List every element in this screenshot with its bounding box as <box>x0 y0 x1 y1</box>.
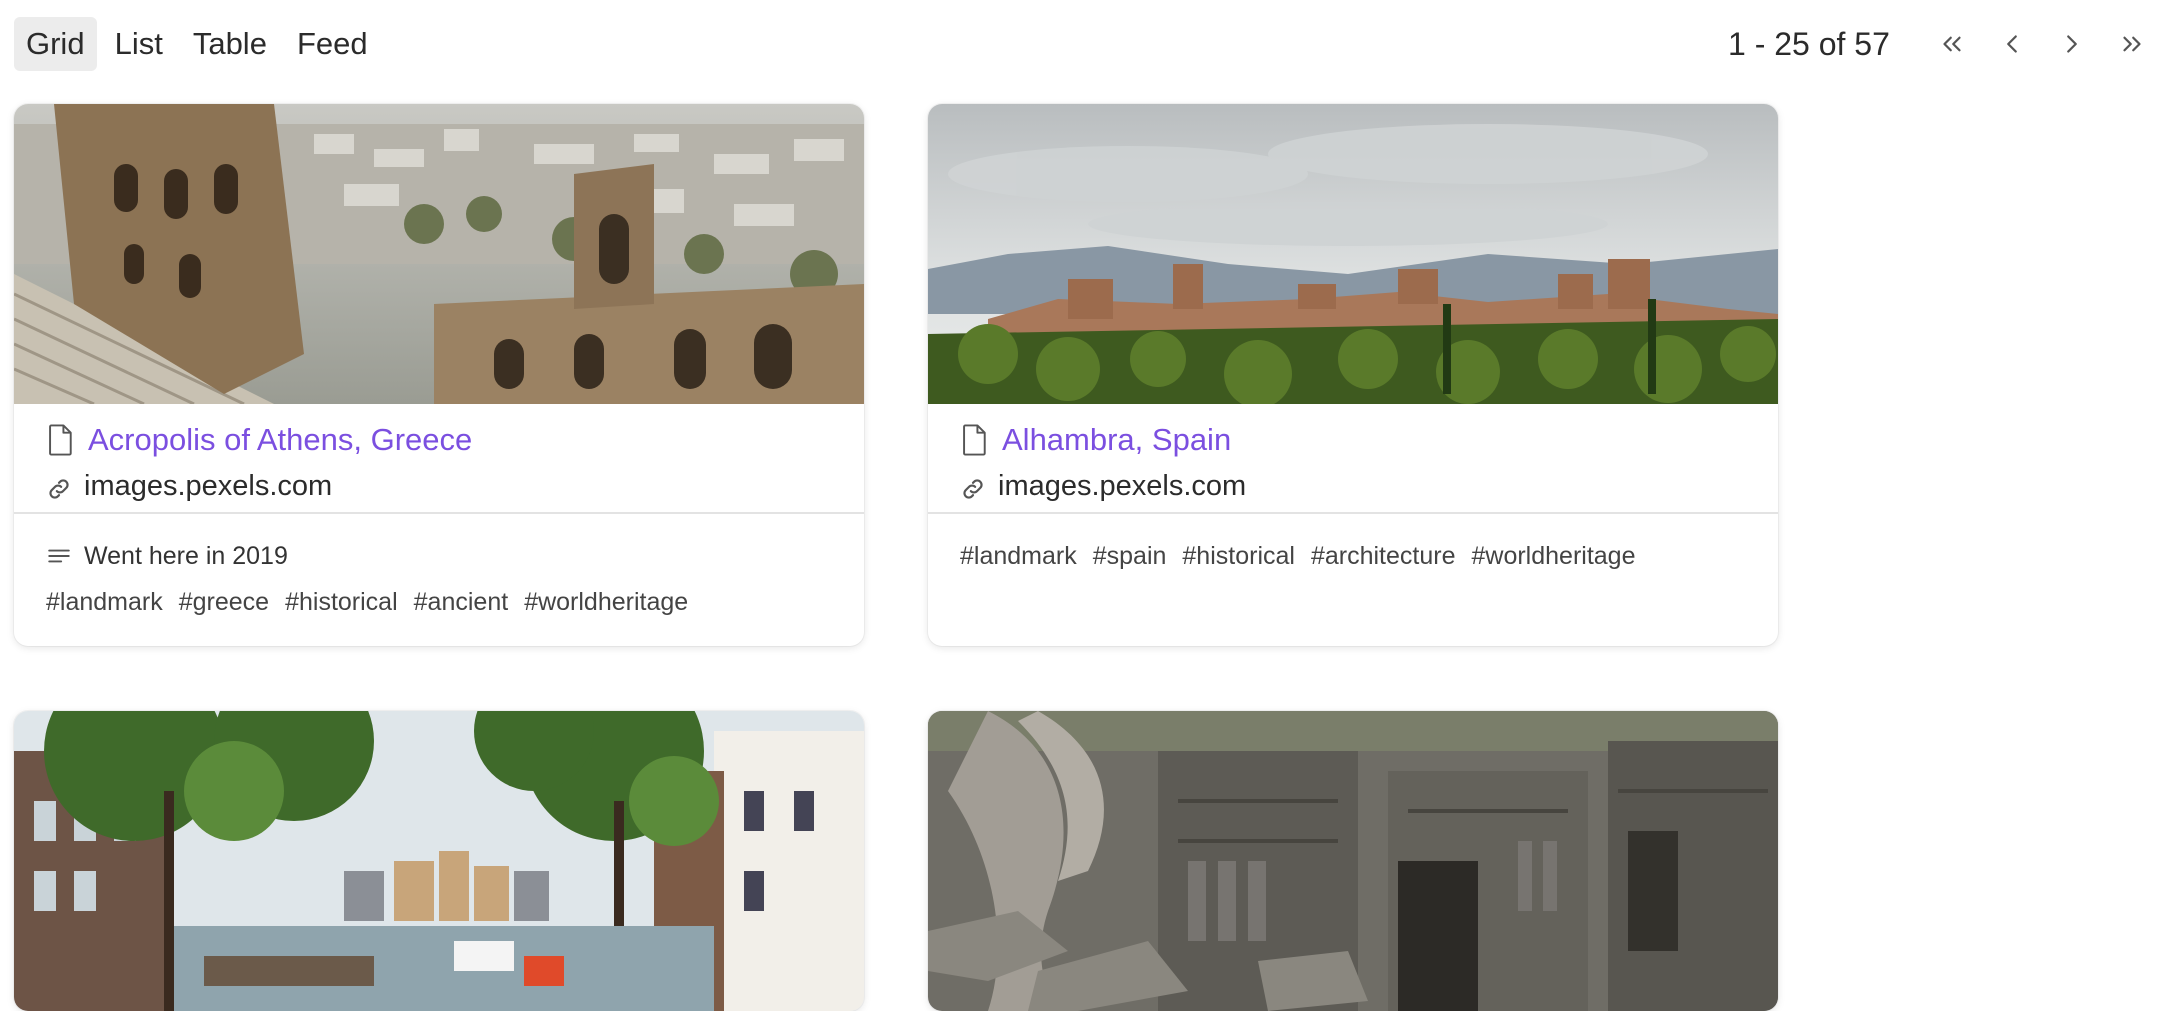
bookmark-card[interactable] <box>14 711 864 1011</box>
bookmark-title-link[interactable]: Acropolis of Athens, Greece <box>88 422 472 458</box>
chevrons-right-icon <box>2123 36 2141 52</box>
bookmark-card[interactable]: Alhambra, Spain images.pexels.com #landm… <box>928 104 1778 646</box>
temple-ruins-image <box>928 711 1778 1011</box>
tag[interactable]: #landmark <box>46 588 163 617</box>
text-lines-icon <box>48 549 70 563</box>
tag[interactable]: #historical <box>285 588 398 617</box>
url-row: images.pexels.com <box>46 464 832 508</box>
canal-image <box>14 711 864 1011</box>
link-icon <box>49 479 69 499</box>
tag[interactable]: #ancient <box>414 588 509 617</box>
card-thumbnail[interactable] <box>14 711 864 1011</box>
title-row: Alhambra, Spain <box>960 418 1746 462</box>
last-page-button[interactable] <box>2110 22 2154 66</box>
tab-list[interactable]: List <box>103 17 175 71</box>
bookmark-card[interactable]: Acropolis of Athens, Greece images.pexel… <box>14 104 864 646</box>
document-icon <box>963 424 986 456</box>
tag-list: #landmark #spain #historical #architectu… <box>960 536 1746 576</box>
toolbar: Grid List Table Feed 1 - 25 of 57 <box>0 0 2172 90</box>
tag[interactable]: #landmark <box>960 542 1077 571</box>
bookmark-card[interactable] <box>928 711 1778 1011</box>
card-thumbnail[interactable] <box>928 104 1778 404</box>
document-icon <box>49 424 72 456</box>
tag[interactable]: #historical <box>1182 542 1295 571</box>
bookmark-title-link[interactable]: Alhambra, Spain <box>1002 422 1231 458</box>
previous-page-button[interactable] <box>1990 22 2034 66</box>
next-page-button[interactable] <box>2050 22 2094 66</box>
card-header: Acropolis of Athens, Greece images.pexel… <box>14 404 864 514</box>
chevron-right-icon <box>2067 35 2077 53</box>
card-body: #landmark #spain #historical #architectu… <box>928 514 1778 576</box>
link-icon <box>963 479 983 499</box>
card-thumbnail[interactable] <box>14 104 864 404</box>
note-row: Went here in 2019 <box>46 536 832 576</box>
url-row: images.pexels.com <box>960 464 1746 508</box>
tab-feed[interactable]: Feed <box>285 17 380 71</box>
first-page-button[interactable] <box>1930 22 1974 66</box>
bookmark-url[interactable]: images.pexels.com <box>84 470 332 503</box>
bookmark-note: Went here in 2019 <box>84 541 288 570</box>
card-header: Alhambra, Spain images.pexels.com <box>928 404 1778 514</box>
view-tabs: Grid List Table Feed <box>14 17 380 71</box>
tag-list: #landmark #greece #historical #ancient #… <box>46 582 832 622</box>
card-body: Went here in 2019 #landmark #greece #his… <box>14 514 864 622</box>
title-row: Acropolis of Athens, Greece <box>46 418 832 462</box>
tab-table[interactable]: Table <box>181 17 279 71</box>
card-thumbnail[interactable] <box>928 711 1778 1011</box>
tag[interactable]: #greece <box>179 588 269 617</box>
tab-grid[interactable]: Grid <box>14 17 97 71</box>
acropolis-image <box>14 104 864 404</box>
pagination-status: 1 - 25 of 57 <box>1728 26 1890 62</box>
tag[interactable]: #spain <box>1093 542 1167 571</box>
tag[interactable]: #architecture <box>1311 542 1456 571</box>
chevron-left-icon <box>2007 35 2017 53</box>
chevrons-left-icon <box>1943 36 1961 52</box>
tag[interactable]: #worldheritage <box>524 588 688 617</box>
bookmark-url[interactable]: images.pexels.com <box>998 470 1246 503</box>
alhambra-image <box>928 104 1778 404</box>
tag[interactable]: #worldheritage <box>1472 542 1636 571</box>
